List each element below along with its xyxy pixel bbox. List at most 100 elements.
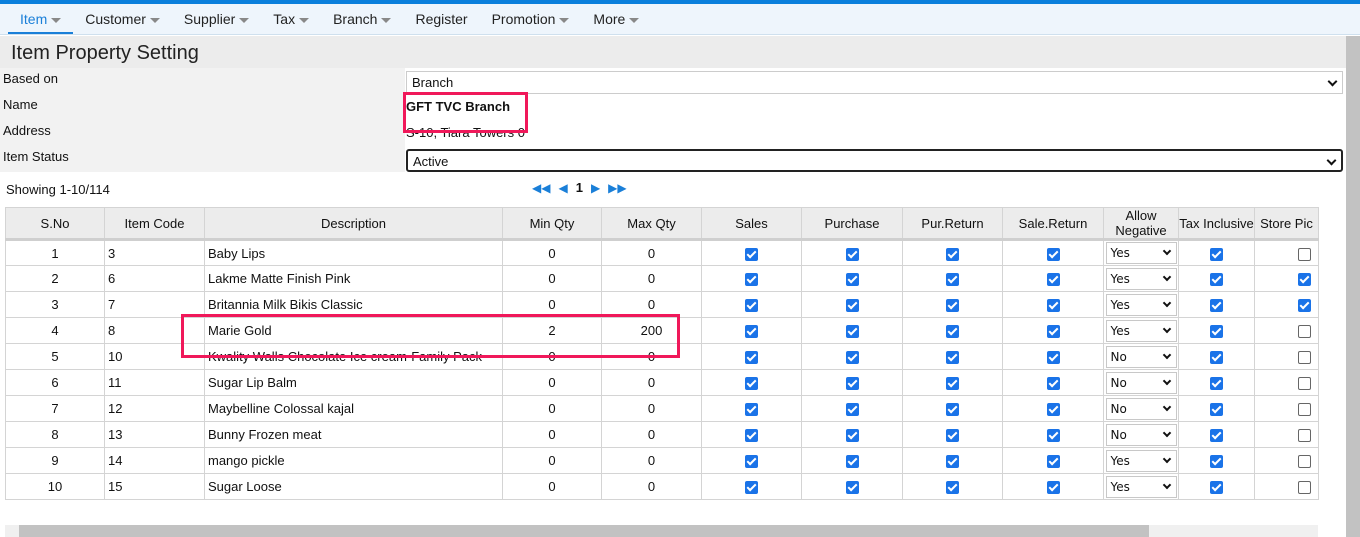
sale-return-checkbox[interactable] <box>1046 455 1060 469</box>
store-pic-checkbox[interactable] <box>1298 455 1311 469</box>
pur-return-checkbox[interactable] <box>946 481 959 495</box>
min-qty-cell[interactable]: 0 <box>502 447 602 474</box>
min-qty-cell[interactable]: 0 <box>502 395 602 422</box>
purchase-checkbox[interactable] <box>845 403 859 417</box>
sales-checkbox[interactable] <box>745 403 758 417</box>
max-qty-cell[interactable]: 0 <box>601 421 702 448</box>
sales-checkbox[interactable] <box>745 247 758 261</box>
max-qty-cell[interactable]: 0 <box>601 343 702 370</box>
horizontal-scrollbar[interactable] <box>5 525 1318 537</box>
sale-return-checkbox[interactable] <box>1046 377 1060 391</box>
purchase-checkbox[interactable] <box>845 299 859 313</box>
vertical-scrollbar[interactable] <box>1346 36 1360 537</box>
max-qty-cell[interactable]: 0 <box>601 265 702 292</box>
tax-inclusive-checkbox[interactable] <box>1210 481 1223 495</box>
nav-customer[interactable]: Customer <box>73 4 172 34</box>
pur-return-checkbox[interactable] <box>946 429 959 443</box>
last-page-icon[interactable]: ▶▶ <box>608 181 626 195</box>
sales-checkbox[interactable] <box>745 299 758 313</box>
purchase-checkbox[interactable] <box>845 429 859 443</box>
max-qty-cell[interactable]: 0 <box>601 473 702 500</box>
store-pic-checkbox[interactable] <box>1298 351 1311 365</box>
sale-return-checkbox[interactable] <box>1046 481 1060 495</box>
nav-item[interactable]: Item <box>8 4 74 34</box>
nav-register[interactable]: Register <box>403 4 479 34</box>
sale-return-checkbox[interactable] <box>1046 299 1060 313</box>
allow-negative-select[interactable]: Yes <box>1105 267 1177 290</box>
sales-checkbox[interactable] <box>745 429 758 443</box>
pur-return-checkbox[interactable] <box>946 351 959 365</box>
item-status-select[interactable]: Active <box>406 149 1343 172</box>
sales-checkbox[interactable] <box>745 273 758 287</box>
min-qty-cell[interactable]: 0 <box>502 421 602 448</box>
max-qty-cell[interactable]: 0 <box>601 369 702 396</box>
min-qty-cell[interactable]: 0 <box>502 473 602 500</box>
max-qty-cell[interactable]: 200 <box>601 317 702 344</box>
min-qty-cell[interactable]: 0 <box>502 369 602 396</box>
allow-negative-select[interactable]: Yes <box>1105 449 1177 472</box>
nav-branch[interactable]: Branch <box>321 4 403 34</box>
sale-return-checkbox[interactable] <box>1046 247 1060 261</box>
nav-promotion[interactable]: Promotion <box>480 4 582 34</box>
store-pic-checkbox[interactable] <box>1298 481 1311 495</box>
max-qty-cell[interactable]: 0 <box>601 239 702 266</box>
allow-negative-select[interactable]: No <box>1105 397 1177 420</box>
pur-return-checkbox[interactable] <box>946 247 959 261</box>
allow-negative-select[interactable]: No <box>1105 423 1177 446</box>
nav-more[interactable]: More <box>581 4 651 34</box>
sales-checkbox[interactable] <box>745 481 758 495</box>
purchase-checkbox[interactable] <box>845 325 859 339</box>
allow-negative-select[interactable]: Yes <box>1105 319 1177 342</box>
store-pic-checkbox[interactable] <box>1298 429 1311 443</box>
max-qty-cell[interactable]: 0 <box>601 395 702 422</box>
tax-inclusive-checkbox[interactable] <box>1210 273 1223 287</box>
tax-inclusive-checkbox[interactable] <box>1210 429 1223 443</box>
purchase-checkbox[interactable] <box>845 247 859 261</box>
sales-checkbox[interactable] <box>745 351 758 365</box>
sale-return-checkbox[interactable] <box>1046 273 1060 287</box>
pur-return-checkbox[interactable] <box>946 299 959 313</box>
min-qty-cell[interactable]: 2 <box>502 317 602 344</box>
allow-negative-select[interactable]: No <box>1105 345 1177 368</box>
min-qty-cell[interactable]: 0 <box>502 265 602 292</box>
min-qty-cell[interactable]: 0 <box>502 291 602 318</box>
prev-page-icon[interactable]: ◀ <box>558 181 567 195</box>
tax-inclusive-checkbox[interactable] <box>1210 403 1223 417</box>
first-page-icon[interactable]: ◀◀ <box>532 181 550 195</box>
purchase-checkbox[interactable] <box>845 377 859 391</box>
sales-checkbox[interactable] <box>745 325 758 339</box>
min-qty-cell[interactable]: 0 <box>502 343 602 370</box>
tax-inclusive-checkbox[interactable] <box>1210 247 1223 261</box>
store-pic-checkbox[interactable] <box>1298 247 1311 261</box>
min-qty-cell[interactable]: 0 <box>502 239 602 266</box>
allow-negative-select[interactable]: Yes <box>1105 293 1177 316</box>
sale-return-checkbox[interactable] <box>1046 403 1060 417</box>
max-qty-cell[interactable]: 0 <box>601 291 702 318</box>
sales-checkbox[interactable] <box>745 377 758 391</box>
store-pic-checkbox[interactable] <box>1298 403 1311 417</box>
scrollbar-thumb[interactable] <box>19 525 1149 537</box>
max-qty-cell[interactable]: 0 <box>601 447 702 474</box>
purchase-checkbox[interactable] <box>845 481 859 495</box>
pur-return-checkbox[interactable] <box>946 325 959 339</box>
store-pic-checkbox[interactable] <box>1298 299 1311 313</box>
tax-inclusive-checkbox[interactable] <box>1210 299 1223 313</box>
purchase-checkbox[interactable] <box>845 455 859 469</box>
nav-tax[interactable]: Tax <box>261 4 321 34</box>
purchase-checkbox[interactable] <box>845 351 859 365</box>
pur-return-checkbox[interactable] <box>946 273 959 287</box>
tax-inclusive-checkbox[interactable] <box>1210 325 1223 339</box>
sale-return-checkbox[interactable] <box>1046 429 1060 443</box>
sale-return-checkbox[interactable] <box>1046 325 1060 339</box>
purchase-checkbox[interactable] <box>845 273 859 287</box>
pur-return-checkbox[interactable] <box>946 455 959 469</box>
store-pic-checkbox[interactable] <box>1298 377 1311 391</box>
nav-supplier[interactable]: Supplier <box>172 4 261 34</box>
based-on-select[interactable]: Branch <box>406 71 1343 94</box>
pur-return-checkbox[interactable] <box>946 377 959 391</box>
tax-inclusive-checkbox[interactable] <box>1210 455 1223 469</box>
tax-inclusive-checkbox[interactable] <box>1210 377 1223 391</box>
tax-inclusive-checkbox[interactable] <box>1210 351 1223 365</box>
sale-return-checkbox[interactable] <box>1046 351 1060 365</box>
store-pic-checkbox[interactable] <box>1298 325 1311 339</box>
